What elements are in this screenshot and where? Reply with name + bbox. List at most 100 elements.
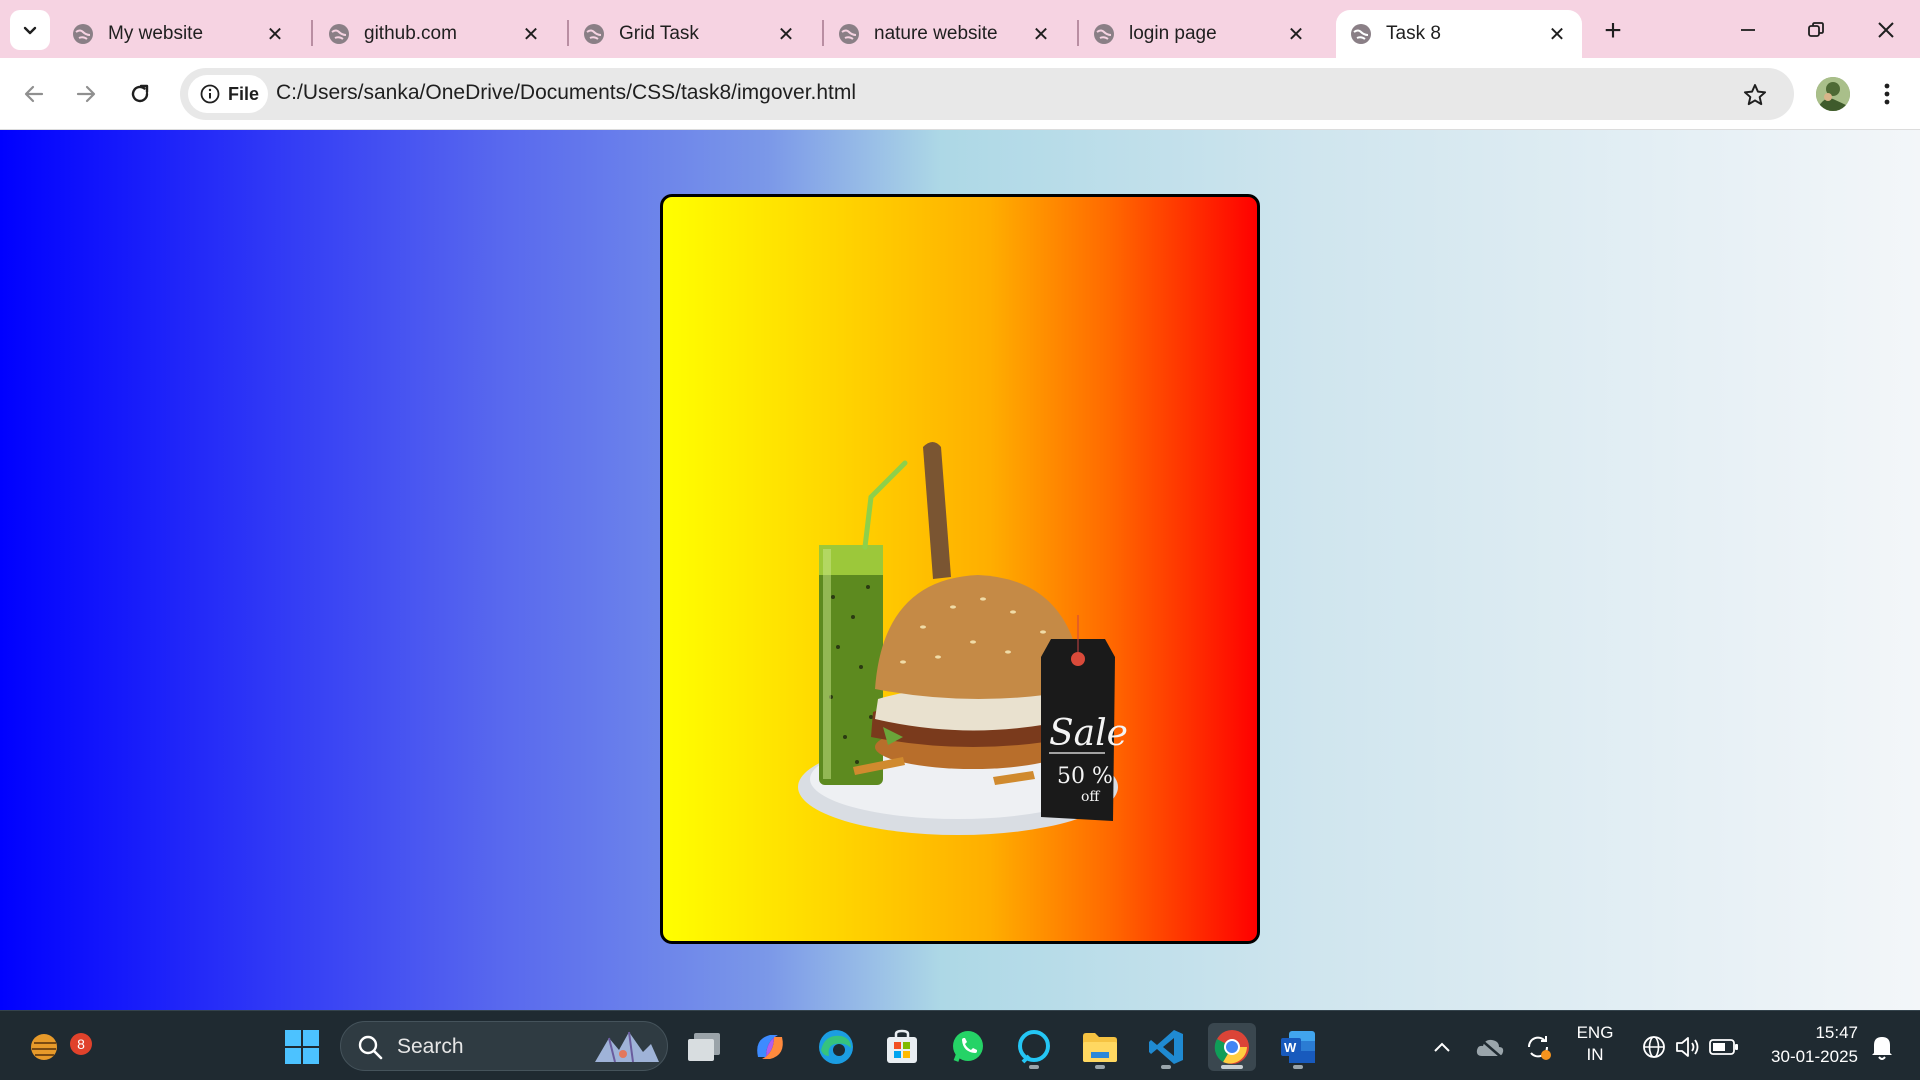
search-label: Search: [397, 1035, 464, 1058]
close-icon[interactable]: ✕: [264, 23, 286, 46]
tab-task-8[interactable]: Task 8 ✕: [1336, 10, 1582, 58]
bookmark-button[interactable]: [1740, 80, 1770, 110]
sale-tag-off: off: [1081, 789, 1100, 805]
address-bar[interactable]: File C:/Users/sanka/OneDrive/Documents/C…: [180, 68, 1794, 120]
alexa-app[interactable]: [1010, 1023, 1058, 1071]
globe-icon: [1094, 24, 1114, 44]
battery-icon: [1709, 1039, 1738, 1055]
globe-icon: [584, 24, 604, 44]
word-icon: W: [1281, 1031, 1315, 1063]
weather-icon: [31, 1034, 57, 1060]
tab-title: Task 8: [1386, 23, 1441, 44]
battery-tray[interactable]: [1700, 1023, 1748, 1071]
taskbar-search[interactable]: Search: [340, 1021, 668, 1071]
search-highlight-icon: [595, 1031, 659, 1063]
globe-icon: [73, 24, 93, 44]
new-tab-button[interactable]: +: [1596, 14, 1630, 48]
vscode-app[interactable]: [1142, 1023, 1190, 1071]
windows-taskbar: 8 Search W ENG IN 15:47 30-01-2025: [0, 1010, 1920, 1080]
image-card[interactable]: Sale 50 % off: [660, 194, 1260, 944]
site-info-chip[interactable]: File: [188, 75, 268, 113]
tab-title: nature website: [874, 23, 998, 44]
tab-title: github.com: [364, 23, 457, 44]
url-text[interactable]: C:/Users/sanka/OneDrive/Documents/CSS/ta…: [276, 81, 856, 105]
weather-badge: 8: [70, 1033, 92, 1055]
running-indicator: [1293, 1065, 1303, 1069]
clock-date: 30-01-2025: [1771, 1047, 1858, 1066]
folder-icon: [1083, 1033, 1117, 1062]
minimize-button[interactable]: [1720, 8, 1776, 52]
weather-widget[interactable]: 8: [22, 1023, 92, 1071]
region-code: IN: [1586, 1045, 1604, 1064]
burger-with-drink-image: Sale 50 % off: [798, 442, 1128, 835]
arrow-right-icon: [76, 85, 96, 103]
running-indicator: [1095, 1065, 1105, 1069]
store-app[interactable]: [878, 1023, 926, 1071]
globe-icon: [1351, 24, 1371, 44]
info-icon: [200, 84, 220, 104]
windows-logo-icon: [285, 1030, 319, 1064]
page-viewport: Sale 50 % off: [0, 130, 1920, 1010]
forward-button[interactable]: [66, 74, 106, 114]
sync-tray[interactable]: [1514, 1023, 1562, 1071]
close-window-button[interactable]: [1858, 8, 1914, 52]
globe-icon: [839, 24, 859, 44]
tab-separator: [311, 20, 313, 46]
start-button[interactable]: [278, 1023, 326, 1071]
svg-text:W: W: [1284, 1040, 1297, 1055]
close-icon: [1878, 22, 1894, 38]
profile-avatar[interactable]: [1816, 77, 1850, 111]
edge-app[interactable]: [812, 1023, 860, 1071]
active-indicator: [1221, 1065, 1243, 1069]
close-icon[interactable]: ✕: [775, 23, 797, 46]
search-icon: [358, 1035, 383, 1060]
close-icon[interactable]: ✕: [520, 23, 542, 46]
sync-icon: [1527, 1036, 1551, 1060]
chevron-up-icon: [1434, 1042, 1450, 1052]
reload-button[interactable]: [120, 74, 160, 114]
tab-nature-website[interactable]: nature website ✕: [824, 10, 1066, 58]
onedrive-tray[interactable]: [1466, 1023, 1514, 1071]
plus-icon: +: [1604, 14, 1622, 47]
task-view-button[interactable]: [680, 1023, 728, 1071]
restore-icon: [1808, 22, 1824, 37]
task-view-icon: [688, 1033, 720, 1061]
close-icon[interactable]: ✕: [1285, 23, 1307, 46]
whatsapp-app[interactable]: [944, 1023, 992, 1071]
tab-github[interactable]: github.com ✕: [314, 10, 556, 58]
star-icon: [1743, 84, 1767, 106]
edge-browser-icon: [819, 1030, 853, 1064]
notifications-button[interactable]: [1858, 1023, 1906, 1071]
alexa-icon: [1018, 1030, 1050, 1064]
tab-grid-task[interactable]: Grid Task ✕: [569, 10, 811, 58]
tab-login-page[interactable]: login page ✕: [1079, 10, 1321, 58]
reload-icon: [131, 84, 149, 103]
file-explorer-app[interactable]: [1076, 1023, 1124, 1071]
clock[interactable]: 15:47 30-01-2025: [1758, 1023, 1858, 1067]
tab-title: Grid Task: [619, 23, 699, 44]
bell-icon: [1872, 1037, 1892, 1060]
globe-icon: [329, 24, 349, 44]
sale-tag-text: Sale: [1049, 713, 1128, 754]
more-vertical-icon: [1884, 83, 1890, 105]
browser-menu-button[interactable]: [1870, 76, 1904, 112]
sale-tag-percent: 50 %: [1057, 764, 1113, 789]
running-indicator: [1161, 1065, 1171, 1069]
tab-search-button[interactable]: [10, 10, 50, 50]
tab-title: My website: [108, 23, 204, 44]
copilot-app[interactable]: [746, 1023, 794, 1071]
back-button[interactable]: [14, 74, 54, 114]
tab-title: login page: [1129, 23, 1217, 44]
word-app[interactable]: W: [1274, 1023, 1322, 1071]
chrome-icon: [1214, 1030, 1249, 1064]
close-icon[interactable]: ✕: [1546, 23, 1568, 46]
clock-time: 15:47: [1815, 1023, 1858, 1042]
tab-strip: My website ✕ github.com ✕ Grid Task ✕ na…: [0, 0, 1920, 58]
close-icon[interactable]: ✕: [1030, 23, 1052, 46]
arrow-left-icon: [24, 85, 44, 103]
tab-my-website[interactable]: My website ✕: [58, 10, 300, 58]
restore-button[interactable]: [1788, 8, 1844, 52]
language-indicator[interactable]: ENG IN: [1570, 1023, 1620, 1065]
chrome-app[interactable]: [1208, 1023, 1256, 1071]
show-hidden-icons-button[interactable]: [1418, 1023, 1466, 1071]
